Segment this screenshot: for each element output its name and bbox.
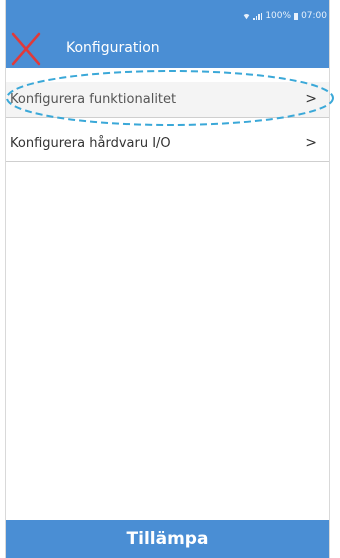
- phone-screen: 100% 07:00 Konfiguration Konfigurera fun…: [5, 0, 330, 558]
- battery-percent: 100%: [265, 11, 292, 21]
- apply-button[interactable]: Tillämpa: [6, 520, 329, 558]
- menu-item-configure-functionality[interactable]: Konfigurera funktionalitet >: [6, 82, 329, 118]
- menu-item-label: Konfigurera hårdvaru I/O: [10, 136, 171, 151]
- battery-icon: [294, 12, 299, 20]
- chevron-right-icon: >: [305, 135, 317, 151]
- app-bar: Konfiguration: [6, 30, 329, 68]
- menu-item-configure-hardware-io[interactable]: Konfigurera hårdvaru I/O >: [6, 126, 329, 162]
- status-bar: 100% 07:00: [6, 0, 329, 30]
- close-icon[interactable]: [11, 30, 41, 68]
- menu-item-label: Konfigurera funktionalitet: [10, 92, 177, 107]
- wifi-icon: [244, 13, 250, 19]
- clock: 07:00: [301, 11, 327, 21]
- page-title: Konfiguration: [66, 40, 160, 56]
- status-indicators: 100% 07:00: [243, 11, 327, 21]
- signal-icon: [253, 12, 263, 20]
- chevron-right-icon: >: [305, 91, 317, 107]
